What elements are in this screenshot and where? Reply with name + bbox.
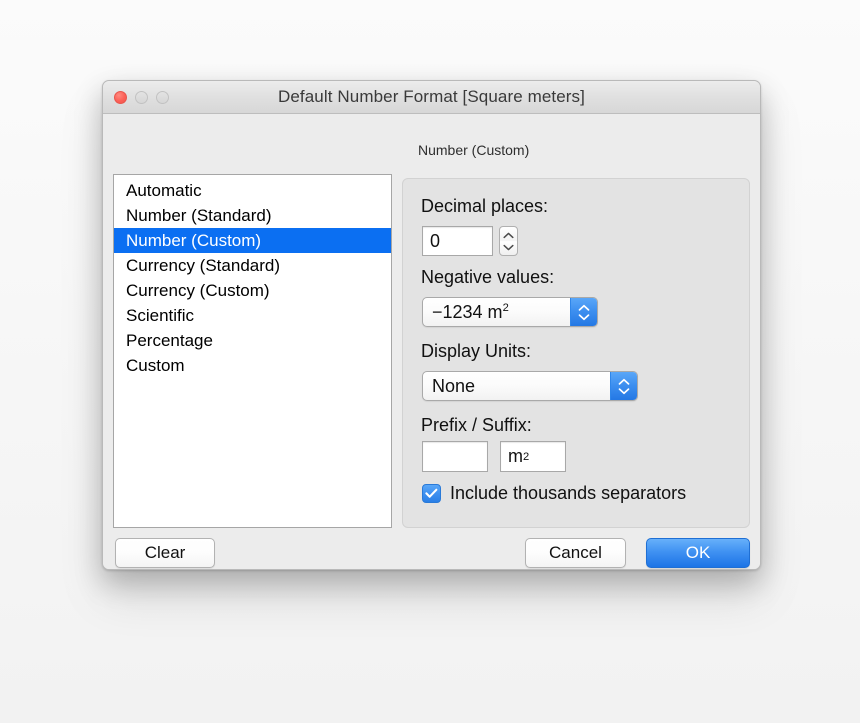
- prefix-suffix-label: Prefix / Suffix:: [421, 415, 532, 435]
- list-item-currency-standard[interactable]: Currency (Standard): [114, 253, 391, 278]
- display-units-popup[interactable]: None: [422, 371, 638, 401]
- screen-background: Default Number Format [Square meters] Au…: [0, 0, 860, 723]
- list-item-percentage[interactable]: Percentage: [114, 328, 391, 353]
- zoom-button[interactable]: [156, 91, 169, 104]
- minimize-button[interactable]: [135, 91, 148, 104]
- decimal-places-input[interactable]: 0: [422, 226, 493, 256]
- prefix-input[interactable]: [422, 441, 488, 472]
- window-controls: [114, 81, 169, 114]
- thousands-separators-label: Include thousands separators: [450, 483, 687, 503]
- display-units-value: None: [432, 375, 476, 396]
- default-number-format-dialog: Default Number Format [Square meters] Au…: [102, 80, 761, 570]
- popup-arrows-icon[interactable]: [610, 372, 637, 400]
- list-item-number-custom[interactable]: Number (Custom): [114, 228, 391, 253]
- clear-button[interactable]: Clear: [115, 538, 215, 568]
- negative-values-popup[interactable]: −1234 m2: [422, 297, 598, 327]
- stepper-down-icon[interactable]: [503, 244, 514, 251]
- suffix-input[interactable]: m2: [500, 441, 566, 472]
- dialog-body: Automatic Number (Standard) Number (Cust…: [103, 114, 760, 569]
- thousands-separators-checkbox[interactable]: [422, 484, 441, 503]
- display-units-label: Display Units:: [421, 341, 532, 361]
- ok-button[interactable]: OK: [646, 538, 750, 568]
- decimal-places-label: Decimal places:: [421, 196, 549, 216]
- list-item-custom[interactable]: Custom: [114, 353, 391, 378]
- list-item-automatic[interactable]: Automatic: [114, 178, 391, 203]
- stepper-up-icon[interactable]: [503, 232, 514, 239]
- window-title: Default Number Format [Square meters]: [278, 87, 585, 106]
- list-item-scientific[interactable]: Scientific: [114, 303, 391, 328]
- panel-caption: Number (Custom): [418, 142, 530, 158]
- number-format-list[interactable]: Automatic Number (Standard) Number (Cust…: [113, 174, 392, 528]
- thousands-separators-row[interactable]: Include thousands separators: [422, 483, 686, 504]
- list-item-number-standard[interactable]: Number (Standard): [114, 203, 391, 228]
- negative-values-value: −1234 m2: [432, 301, 509, 322]
- cancel-button[interactable]: Cancel: [525, 538, 626, 568]
- decimal-places-stepper[interactable]: [499, 226, 518, 256]
- popup-arrows-icon[interactable]: [570, 298, 597, 326]
- list-item-currency-custom[interactable]: Currency (Custom): [114, 278, 391, 303]
- title-bar[interactable]: Default Number Format [Square meters]: [103, 81, 760, 114]
- close-button[interactable]: [114, 91, 127, 104]
- checkmark-icon: [425, 488, 438, 498]
- negative-values-label: Negative values:: [421, 267, 555, 287]
